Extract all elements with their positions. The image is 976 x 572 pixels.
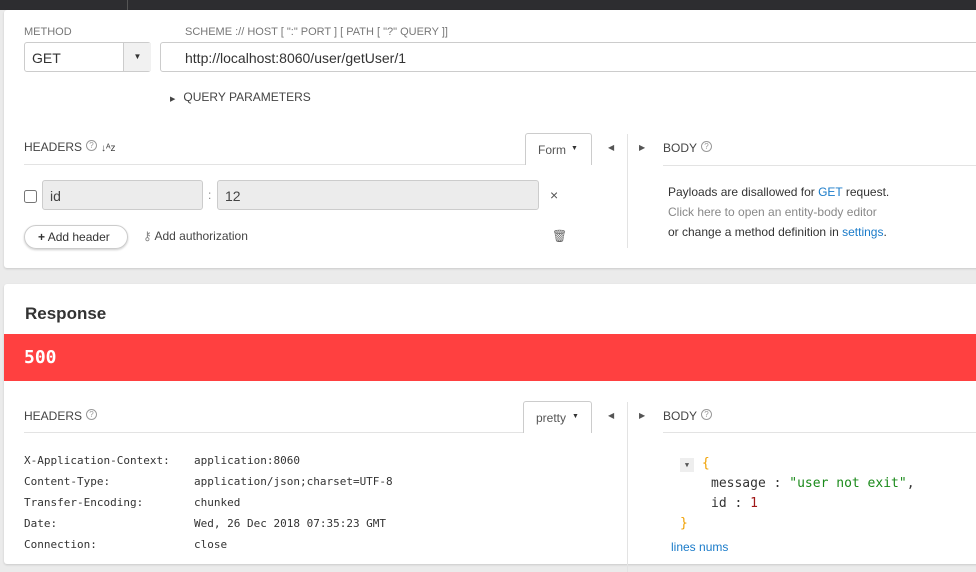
header-name-value: id	[50, 188, 61, 204]
body-disabled-message: Payloads are disallowed for GET request.…	[668, 182, 889, 242]
header-row: Date: Wed, 26 Dec 2018 07:35:23 GMT	[24, 513, 393, 534]
json-brace: {	[701, 456, 710, 471]
query-parameters-toggle[interactable]: ▶ QUERY PARAMETERS	[170, 90, 311, 104]
header-value: Wed, 26 Dec 2018 07:35:23 GMT	[194, 517, 387, 530]
headers-label: HEADERS	[24, 409, 83, 423]
header-value-value: 12	[225, 188, 241, 204]
json-number: 1	[750, 496, 758, 511]
msg-text: or change a method definition in	[668, 225, 843, 239]
method-value: GET	[32, 50, 61, 66]
json-string: "user not exit"	[789, 476, 907, 491]
expand-right-icon[interactable]: ▶	[639, 411, 645, 420]
key-icon: ⚷	[143, 229, 152, 243]
request-panel: METHOD GET ▼ SCHEME :// HOST [ ":" PORT …	[4, 10, 976, 268]
header-key: Date:	[24, 517, 58, 530]
header-value: chunked	[194, 496, 241, 509]
msg-text: request.	[842, 185, 890, 199]
settings-link[interactable]: settings	[842, 225, 883, 239]
add-header-button[interactable]: + Add header	[24, 225, 128, 249]
json-key: id	[711, 496, 727, 511]
remove-header-icon[interactable]: ×	[550, 187, 558, 203]
url-label: SCHEME :// HOST [ ":" PORT ] [ PATH [ "?…	[185, 26, 448, 38]
response-headers-title: HEADERS?	[24, 409, 98, 423]
help-icon[interactable]: ?	[701, 141, 713, 152]
header-row: Content-Type: application/json;charset=UT…	[24, 471, 393, 492]
plus-icon: +	[38, 230, 46, 244]
header-key: Connection:	[24, 538, 97, 551]
headers-title: HEADERS? ↓ᴬᴢ	[24, 140, 116, 154]
header-value: application:8060	[194, 454, 300, 467]
query-parameters-label: QUERY PARAMETERS	[183, 90, 311, 104]
response-title: Response	[25, 304, 107, 323]
caret-right-icon: ▶	[170, 96, 176, 103]
body-label: BODY	[663, 409, 698, 423]
collapse-left-icon[interactable]: ◀	[608, 411, 614, 420]
colon-separator: :	[208, 188, 212, 202]
add-authorization-label: Add authorization	[154, 229, 248, 243]
header-value: application/json;charset=UTF-8	[194, 475, 393, 488]
json-viewer: ▼ { message : "user not exit", id : 1 }	[680, 456, 915, 531]
method-label: METHOD	[24, 26, 72, 38]
header-row: X-Application-Context: application:8060	[24, 450, 393, 471]
body-label: BODY	[663, 141, 698, 155]
url-input[interactable]: http://localhost:8060/user/getUser/1	[160, 42, 976, 72]
header-value-input[interactable]: 12	[217, 180, 539, 210]
form-dropdown[interactable]: Form ▼	[525, 133, 592, 165]
header-enabled-checkbox[interactable]	[24, 190, 37, 203]
header-key: X-Application-Context:	[24, 454, 170, 467]
status-code: 500	[24, 347, 57, 368]
header-key: Transfer-Encoding:	[24, 496, 144, 509]
msg-text: Payloads are disallowed for	[668, 185, 819, 199]
chevron-down-icon[interactable]: ▼	[123, 43, 151, 71]
open-entity-editor-link[interactable]: Click here to open an entity-body editor	[668, 202, 889, 222]
response-body-title: BODY?	[663, 409, 713, 423]
pretty-dropdown[interactable]: pretty ▼	[523, 401, 592, 433]
method-select[interactable]: GET ▼	[24, 42, 151, 72]
header-key: Content-Type:	[24, 475, 111, 488]
pretty-label: pretty	[536, 411, 567, 425]
header-name-input[interactable]: id	[42, 180, 203, 210]
add-header-label: Add header	[47, 230, 110, 244]
help-icon[interactable]: ?	[86, 140, 98, 151]
response-headers-list: X-Application-Context: application:8060 C…	[24, 450, 393, 555]
response-panel: Response 500 HEADERS? pretty ▼ ◀ ▶ X-Appl…	[4, 284, 976, 572]
method-highlight: GET	[818, 185, 843, 199]
url-value: http://localhost:8060/user/getUser/1	[185, 50, 407, 66]
form-label: Form	[538, 143, 566, 157]
json-key: message	[711, 476, 766, 491]
body-title: BODY?	[663, 141, 713, 155]
msg-text: .	[883, 225, 887, 239]
lines-nums-link[interactable]: lines nums	[671, 540, 728, 554]
trash-icon[interactable]: 🗑	[552, 229, 567, 243]
sort-az-icon[interactable]: ↓ᴬᴢ	[101, 143, 116, 154]
headers-label: HEADERS	[24, 140, 83, 154]
status-bar: 500	[4, 334, 976, 381]
header-row: Transfer-Encoding: chunked	[24, 492, 393, 513]
add-authorization-button[interactable]: ⚷ Add authorization	[143, 229, 248, 243]
collapse-left-icon[interactable]: ◀	[608, 143, 614, 152]
collapse-toggle-icon[interactable]: ▼	[680, 458, 694, 472]
help-icon[interactable]: ?	[701, 409, 713, 420]
expand-right-icon[interactable]: ▶	[639, 143, 645, 152]
chevron-down-icon: ▼	[571, 145, 578, 152]
chevron-down-icon: ▼	[572, 413, 579, 420]
top-bar	[0, 0, 976, 10]
header-value: close	[194, 538, 228, 551]
json-brace: }	[680, 516, 688, 531]
header-row: Connection: close	[24, 534, 393, 555]
help-icon[interactable]: ?	[86, 409, 98, 420]
